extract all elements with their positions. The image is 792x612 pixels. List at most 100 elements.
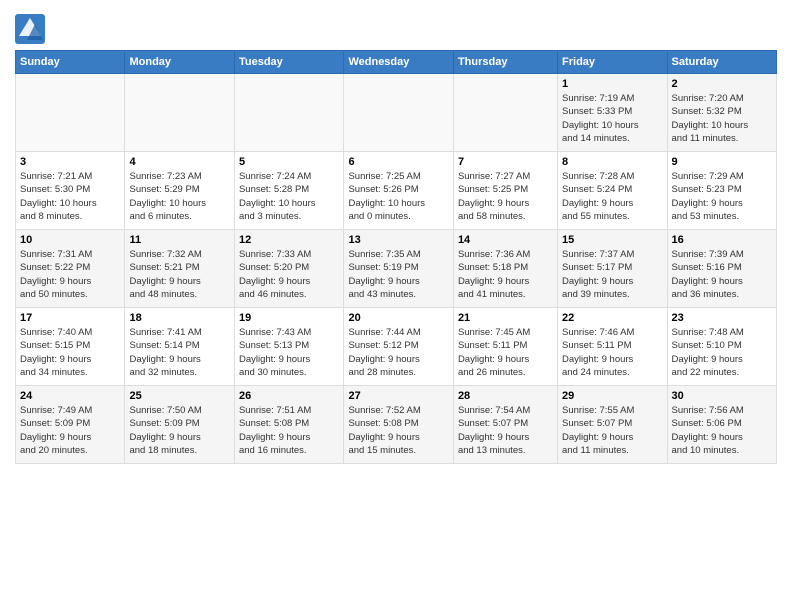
day-number: 24 [20, 390, 120, 402]
day-number: 28 [458, 390, 553, 402]
day-info: Sunrise: 7:54 AM Sunset: 5:07 PM Dayligh… [458, 404, 553, 457]
calendar-cell [125, 74, 234, 152]
calendar-week-row: 17Sunrise: 7:40 AM Sunset: 5:15 PM Dayli… [16, 308, 777, 386]
day-number: 23 [672, 312, 773, 324]
weekday-header: Sunday [16, 51, 125, 74]
calendar-cell: 7Sunrise: 7:27 AM Sunset: 5:25 PM Daylig… [453, 152, 557, 230]
calendar-cell: 6 Sunrise: 7:25 AM Sunset: 5:26 PM Daylig… [344, 152, 453, 230]
calendar-cell: 13 Sunrise: 7:35 AM Sunset: 5:19 PM Dayli… [344, 230, 453, 308]
day-info: Sunrise: 7:56 AM Sunset: 5:06 PM Dayligh… [672, 404, 773, 457]
day-info: Sunrise: 7:49 AM Sunset: 5:09 PM Dayligh… [20, 404, 120, 457]
day-number: 30 [672, 390, 773, 402]
calendar-week-row: 3 Sunrise: 7:21 AM Sunset: 5:30 PM Daylig… [16, 152, 777, 230]
day-number: 4 [129, 156, 229, 168]
day-info: Sunrise: 7:50 AM Sunset: 5:09 PM Dayligh… [129, 404, 229, 457]
calendar-cell: 29 Sunrise: 7:55 AM Sunset: 5:07 PM Dayli… [558, 386, 667, 464]
calendar-week-row: 1Sunrise: 7:19 AM Sunset: 5:33 PM Daylig… [16, 74, 777, 152]
day-info: Sunrise: 7:48 AM Sunset: 5:10 PM Dayligh… [672, 326, 773, 379]
day-number: 3 [20, 156, 120, 168]
day-number: 10 [20, 234, 120, 246]
calendar-cell: 14Sunrise: 7:36 AM Sunset: 5:18 PM Dayli… [453, 230, 557, 308]
calendar-cell [344, 74, 453, 152]
calendar-cell: 22 Sunrise: 7:46 AM Sunset: 5:11 PM Dayli… [558, 308, 667, 386]
day-number: 9 [672, 156, 773, 168]
day-number: 1 [562, 78, 662, 90]
day-number: 20 [348, 312, 448, 324]
day-number: 27 [348, 390, 448, 402]
day-number: 21 [458, 312, 553, 324]
day-info: Sunrise: 7:52 AM Sunset: 5:08 PM Dayligh… [348, 404, 448, 457]
calendar-cell: 18 Sunrise: 7:41 AM Sunset: 5:14 PM Dayli… [125, 308, 234, 386]
day-info: Sunrise: 7:29 AM Sunset: 5:23 PM Dayligh… [672, 170, 773, 223]
day-info: Sunrise: 7:43 AM Sunset: 5:13 PM Dayligh… [239, 326, 339, 379]
day-info: Sunrise: 7:51 AM Sunset: 5:08 PM Dayligh… [239, 404, 339, 457]
day-number: 17 [20, 312, 120, 324]
calendar-cell: 15 Sunrise: 7:37 AM Sunset: 5:17 PM Dayli… [558, 230, 667, 308]
day-number: 16 [672, 234, 773, 246]
calendar-cell: 16 Sunrise: 7:39 AM Sunset: 5:16 PM Dayli… [667, 230, 777, 308]
calendar-cell: 25 Sunrise: 7:50 AM Sunset: 5:09 PM Dayli… [125, 386, 234, 464]
day-number: 15 [562, 234, 662, 246]
calendar-cell: 5 Sunrise: 7:24 AM Sunset: 5:28 PM Daylig… [234, 152, 343, 230]
day-info: Sunrise: 7:28 AM Sunset: 5:24 PM Dayligh… [562, 170, 662, 223]
day-info: Sunrise: 7:37 AM Sunset: 5:17 PM Dayligh… [562, 248, 662, 301]
day-number: 5 [239, 156, 339, 168]
day-info: Sunrise: 7:35 AM Sunset: 5:19 PM Dayligh… [348, 248, 448, 301]
day-info: Sunrise: 7:23 AM Sunset: 5:29 PM Dayligh… [129, 170, 229, 223]
calendar-cell: 26Sunrise: 7:51 AM Sunset: 5:08 PM Dayli… [234, 386, 343, 464]
day-info: Sunrise: 7:41 AM Sunset: 5:14 PM Dayligh… [129, 326, 229, 379]
calendar-cell: 24 Sunrise: 7:49 AM Sunset: 5:09 PM Dayli… [16, 386, 125, 464]
day-number: 18 [129, 312, 229, 324]
weekday-header: Tuesday [234, 51, 343, 74]
calendar-cell: 20 Sunrise: 7:44 AM Sunset: 5:12 PM Dayli… [344, 308, 453, 386]
day-info: Sunrise: 7:24 AM Sunset: 5:28 PM Dayligh… [239, 170, 339, 223]
day-number: 14 [458, 234, 553, 246]
calendar-cell: 12Sunrise: 7:33 AM Sunset: 5:20 PM Dayli… [234, 230, 343, 308]
calendar-cell: 4 Sunrise: 7:23 AM Sunset: 5:29 PM Daylig… [125, 152, 234, 230]
day-number: 19 [239, 312, 339, 324]
day-info: Sunrise: 7:55 AM Sunset: 5:07 PM Dayligh… [562, 404, 662, 457]
calendar-cell: 17Sunrise: 7:40 AM Sunset: 5:15 PM Dayli… [16, 308, 125, 386]
calendar-cell: 19 Sunrise: 7:43 AM Sunset: 5:13 PM Dayli… [234, 308, 343, 386]
calendar-cell: 27 Sunrise: 7:52 AM Sunset: 5:08 PM Dayli… [344, 386, 453, 464]
day-info: Sunrise: 7:45 AM Sunset: 5:11 PM Dayligh… [458, 326, 553, 379]
weekday-header: Saturday [667, 51, 777, 74]
day-number: 11 [129, 234, 229, 246]
day-info: Sunrise: 7:46 AM Sunset: 5:11 PM Dayligh… [562, 326, 662, 379]
calendar-table: SundayMondayTuesdayWednesdayThursdayFrid… [15, 50, 777, 464]
calendar-cell [453, 74, 557, 152]
day-info: Sunrise: 7:20 AM Sunset: 5:32 PM Dayligh… [672, 92, 773, 145]
calendar-cell: 30 Sunrise: 7:56 AM Sunset: 5:06 PM Dayli… [667, 386, 777, 464]
weekday-header: Friday [558, 51, 667, 74]
day-number: 12 [239, 234, 339, 246]
calendar-cell: 9 Sunrise: 7:29 AM Sunset: 5:23 PM Daylig… [667, 152, 777, 230]
day-info: Sunrise: 7:25 AM Sunset: 5:26 PM Dayligh… [348, 170, 448, 223]
calendar-cell: 10 Sunrise: 7:31 AM Sunset: 5:22 PM Dayli… [16, 230, 125, 308]
day-info: Sunrise: 7:21 AM Sunset: 5:30 PM Dayligh… [20, 170, 120, 223]
calendar-cell: 23 Sunrise: 7:48 AM Sunset: 5:10 PM Dayli… [667, 308, 777, 386]
calendar-header-row: SundayMondayTuesdayWednesdayThursdayFrid… [16, 51, 777, 74]
day-info: Sunrise: 7:39 AM Sunset: 5:16 PM Dayligh… [672, 248, 773, 301]
day-number: 29 [562, 390, 662, 402]
logo-icon [15, 14, 45, 44]
day-number: 6 [348, 156, 448, 168]
calendar-cell: 2Sunrise: 7:20 AM Sunset: 5:32 PM Daylig… [667, 74, 777, 152]
day-number: 25 [129, 390, 229, 402]
calendar-cell: 3 Sunrise: 7:21 AM Sunset: 5:30 PM Daylig… [16, 152, 125, 230]
weekday-header: Monday [125, 51, 234, 74]
calendar-week-row: 24 Sunrise: 7:49 AM Sunset: 5:09 PM Dayli… [16, 386, 777, 464]
day-info: Sunrise: 7:44 AM Sunset: 5:12 PM Dayligh… [348, 326, 448, 379]
calendar-cell: 11Sunrise: 7:32 AM Sunset: 5:21 PM Dayli… [125, 230, 234, 308]
calendar-cell: 1Sunrise: 7:19 AM Sunset: 5:33 PM Daylig… [558, 74, 667, 152]
calendar-cell [16, 74, 125, 152]
day-info: Sunrise: 7:31 AM Sunset: 5:22 PM Dayligh… [20, 248, 120, 301]
weekday-header: Wednesday [344, 51, 453, 74]
day-number: 13 [348, 234, 448, 246]
calendar-cell: 21 Sunrise: 7:45 AM Sunset: 5:11 PM Dayli… [453, 308, 557, 386]
day-number: 8 [562, 156, 662, 168]
calendar-cell: 28 Sunrise: 7:54 AM Sunset: 5:07 PM Dayli… [453, 386, 557, 464]
day-number: 22 [562, 312, 662, 324]
calendar-cell: 8 Sunrise: 7:28 AM Sunset: 5:24 PM Daylig… [558, 152, 667, 230]
calendar-cell [234, 74, 343, 152]
day-info: Sunrise: 7:27 AM Sunset: 5:25 PM Dayligh… [458, 170, 553, 223]
